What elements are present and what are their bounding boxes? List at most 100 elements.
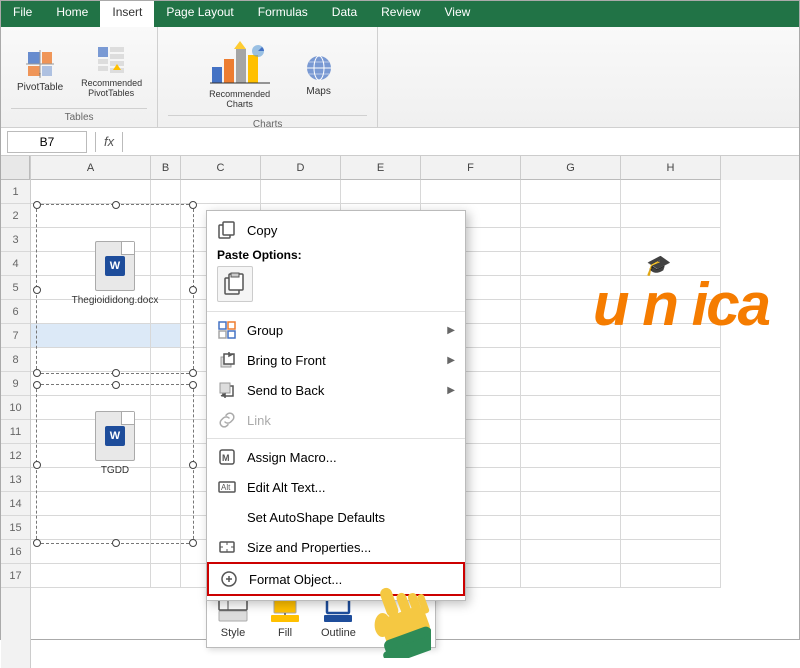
- cell-a5[interactable]: [31, 276, 151, 300]
- format-style-button[interactable]: Style: [217, 596, 249, 639]
- cell-g13[interactable]: [521, 468, 621, 492]
- paste-icon-default[interactable]: [217, 266, 253, 302]
- cell-b3[interactable]: [151, 228, 181, 252]
- cell-h10[interactable]: [621, 396, 721, 420]
- row-5: 5: [1, 276, 30, 300]
- cell-a1[interactable]: [31, 180, 151, 204]
- cell-e1[interactable]: [341, 180, 421, 204]
- cell-h12[interactable]: [621, 444, 721, 468]
- cell-a10[interactable]: [31, 396, 151, 420]
- cell-b8[interactable]: [151, 348, 181, 372]
- row-16: 16: [1, 540, 30, 564]
- cell-h17[interactable]: [621, 564, 721, 588]
- cell-h15[interactable]: [621, 516, 721, 540]
- cell-b11[interactable]: [151, 420, 181, 444]
- cell-a7[interactable]: [31, 324, 151, 348]
- pivot-table-button[interactable]: ↑ PivotTable: [11, 44, 69, 97]
- size-props-label: Size and Properties...: [247, 540, 455, 555]
- cell-h2[interactable]: [621, 204, 721, 228]
- row-1: 1: [1, 180, 30, 204]
- cell-a11[interactable]: [31, 420, 151, 444]
- cell-g2[interactable]: [521, 204, 621, 228]
- col-header-f: F: [421, 156, 521, 180]
- tab-page-layout[interactable]: Page Layout: [154, 1, 245, 27]
- cell-h1[interactable]: [621, 180, 721, 204]
- cell-b7[interactable]: [151, 324, 181, 348]
- cell-a16[interactable]: [31, 540, 151, 564]
- cell-g14[interactable]: [521, 492, 621, 516]
- menu-item-autoshape[interactable]: Set AutoShape Defaults: [207, 502, 465, 532]
- menu-item-edit-alt[interactable]: Alt Edit Alt Text...: [207, 472, 465, 502]
- menu-item-assign-macro[interactable]: M Assign Macro...: [207, 442, 465, 472]
- cell-g9[interactable]: [521, 372, 621, 396]
- cell-b12[interactable]: [151, 444, 181, 468]
- tab-review[interactable]: Review: [369, 1, 432, 27]
- cell-f1[interactable]: [421, 180, 521, 204]
- cell-h11[interactable]: [621, 420, 721, 444]
- tab-data[interactable]: Data: [320, 1, 369, 27]
- menu-item-size-props[interactable]: Size and Properties...: [207, 532, 465, 562]
- cell-g17[interactable]: [521, 564, 621, 588]
- cell-g11[interactable]: [521, 420, 621, 444]
- cell-b17[interactable]: [151, 564, 181, 588]
- ribbon-tabs: File Home Insert Page Layout Formulas Da…: [1, 1, 799, 27]
- recommended-charts-button[interactable]: Recommended Charts: [195, 35, 285, 113]
- cell-h13[interactable]: [621, 468, 721, 492]
- cell-a6[interactable]: [31, 300, 151, 324]
- cell-b9[interactable]: [151, 372, 181, 396]
- tab-formulas[interactable]: Formulas: [246, 1, 320, 27]
- cell-h14[interactable]: [621, 492, 721, 516]
- cell-b4[interactable]: [151, 252, 181, 276]
- cell-b5[interactable]: [151, 276, 181, 300]
- spreadsheet: 1 2 3 4 5 6 7 8 9 10 11 12 13 14 15 16 1…: [1, 156, 799, 668]
- cell-h9[interactable]: [621, 372, 721, 396]
- cell-h16[interactable]: [621, 540, 721, 564]
- cell-a3[interactable]: [31, 228, 151, 252]
- cell-b14[interactable]: [151, 492, 181, 516]
- cell-a2[interactable]: [31, 204, 151, 228]
- cell-g8[interactable]: [521, 348, 621, 372]
- cell-a4[interactable]: [31, 252, 151, 276]
- cell-c1[interactable]: [181, 180, 261, 204]
- cell-a15[interactable]: [31, 516, 151, 540]
- cell-g15[interactable]: [521, 516, 621, 540]
- cell-g3[interactable]: [521, 228, 621, 252]
- tab-insert[interactable]: Insert: [100, 1, 154, 27]
- cell-a17[interactable]: [31, 564, 151, 588]
- cell-a8[interactable]: [31, 348, 151, 372]
- tab-file[interactable]: File: [1, 1, 44, 27]
- tab-view[interactable]: View: [433, 1, 483, 27]
- cell-b16[interactable]: [151, 540, 181, 564]
- cell-h3[interactable]: [621, 228, 721, 252]
- cell-g12[interactable]: [521, 444, 621, 468]
- menu-item-group[interactable]: Group ▶: [207, 315, 465, 345]
- recommended-pivot-button[interactable]: Recommended PivotTables: [75, 40, 147, 102]
- cell-b13[interactable]: [151, 468, 181, 492]
- cell-g16[interactable]: [521, 540, 621, 564]
- cell-g1[interactable]: [521, 180, 621, 204]
- menu-item-send-back[interactable]: Send to Back ▶: [207, 375, 465, 405]
- row-13: 13: [1, 468, 30, 492]
- tables-buttons: ↑ PivotTable: [11, 35, 147, 106]
- cell-a12[interactable]: [31, 444, 151, 468]
- cell-a13[interactable]: [31, 468, 151, 492]
- menu-item-copy[interactable]: Copy: [207, 215, 465, 245]
- tab-home[interactable]: Home: [44, 1, 100, 27]
- name-box[interactable]: [7, 131, 87, 153]
- row-14: 14: [1, 492, 30, 516]
- cell-b1[interactable]: [151, 180, 181, 204]
- group-label: Group: [247, 323, 437, 338]
- cell-a14[interactable]: [31, 492, 151, 516]
- cell-b6[interactable]: [151, 300, 181, 324]
- cell-b2[interactable]: [151, 204, 181, 228]
- cell-a9[interactable]: [31, 372, 151, 396]
- cell-d1[interactable]: [261, 180, 341, 204]
- maps-button[interactable]: Maps: [297, 48, 341, 101]
- cell-h8[interactable]: [621, 348, 721, 372]
- format-fill-button[interactable]: Fill: [269, 596, 301, 639]
- cell-b10[interactable]: [151, 396, 181, 420]
- format-outline-button[interactable]: Outline: [321, 596, 356, 639]
- cell-b15[interactable]: [151, 516, 181, 540]
- menu-item-bring-front[interactable]: Bring to Front ▶: [207, 345, 465, 375]
- cell-g10[interactable]: [521, 396, 621, 420]
